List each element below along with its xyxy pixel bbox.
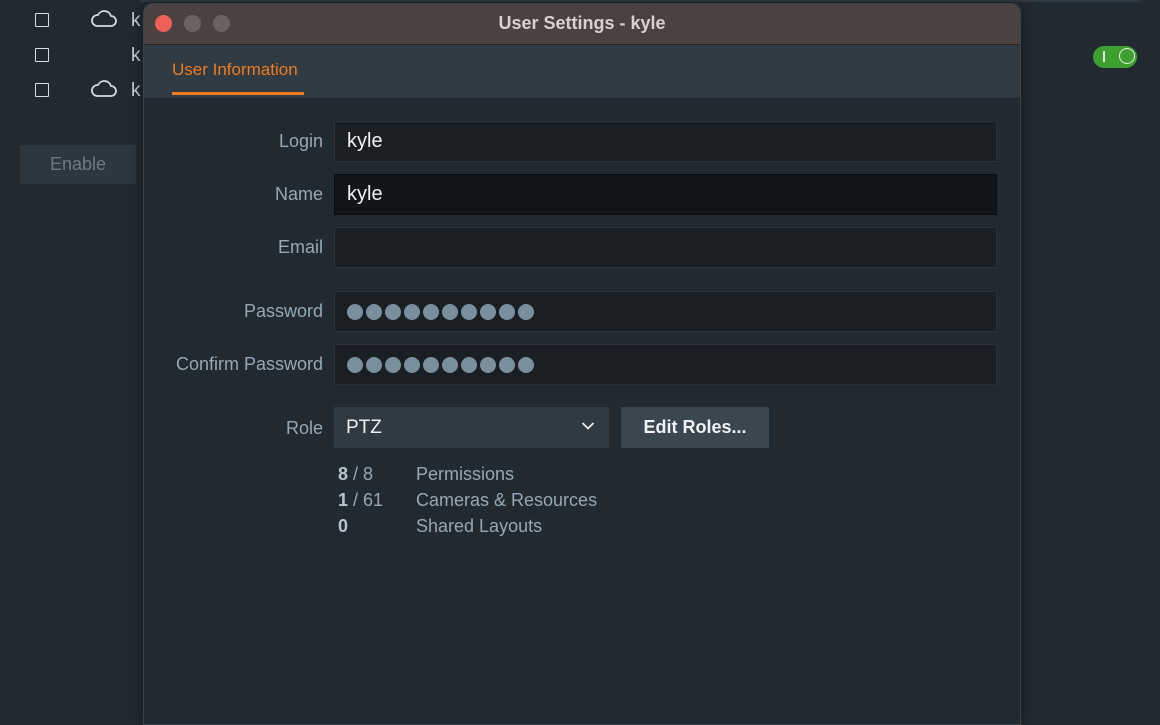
- list-item-login: k: [131, 80, 141, 101]
- login-label: Login: [278, 131, 323, 151]
- checkbox-icon[interactable]: [35, 48, 49, 62]
- stat-count: 8: [338, 464, 349, 484]
- email-field[interactable]: [334, 227, 997, 268]
- stat-label: Cameras & Resources: [416, 490, 598, 510]
- stat-label: Shared Layouts: [416, 516, 543, 536]
- stat-total: / 61: [353, 490, 384, 510]
- password-dot: [442, 356, 458, 373]
- title-bar: User Settings - kyle: [144, 4, 1020, 45]
- list-item-login: k: [131, 10, 141, 31]
- confirm-password-field[interactable]: [334, 344, 997, 385]
- stat-total: / 8: [353, 464, 374, 484]
- role-select-value: PTZ: [346, 417, 382, 438]
- password-field[interactable]: [334, 291, 997, 332]
- user-settings-dialog: User Settings - kyle User Information Lo…: [143, 3, 1021, 725]
- stat-count: 0: [338, 516, 349, 536]
- list-divider: [140, 0, 1140, 2]
- password-dot: [366, 303, 382, 320]
- password-dot: [442, 303, 458, 320]
- list-item[interactable]: k: [0, 74, 150, 108]
- stat-label: Permissions: [416, 464, 515, 484]
- enabled-toggle[interactable]: [1093, 46, 1137, 68]
- password-mask: [347, 292, 996, 331]
- password-dot: [461, 303, 477, 320]
- enable-button[interactable]: Enable: [20, 145, 136, 184]
- dialog-title: User Settings - kyle: [498, 13, 666, 33]
- tab-bar: User Information: [144, 45, 1020, 98]
- toggle-on-mark: [1103, 51, 1105, 62]
- role-select[interactable]: PTZ: [334, 407, 609, 448]
- login-field[interactable]: kyle: [334, 121, 997, 162]
- password-dot: [499, 303, 515, 320]
- password-dot: [385, 356, 401, 373]
- cloud-icon: [91, 10, 117, 27]
- name-label: Name: [274, 184, 323, 204]
- toggle-knob: [1119, 48, 1135, 64]
- password-dot: [423, 303, 439, 320]
- list-item-login: k: [131, 45, 141, 66]
- stat-count: 1: [338, 490, 349, 510]
- password-label: Password: [243, 301, 323, 321]
- password-dot: [480, 356, 496, 373]
- password-dot: [366, 356, 382, 373]
- tab-user-information[interactable]: User Information: [172, 45, 298, 97]
- checkbox-icon[interactable]: [35, 83, 49, 97]
- list-item[interactable]: k: [0, 4, 150, 38]
- email-label: Email: [277, 237, 323, 257]
- password-dot: [499, 356, 515, 373]
- password-dot: [347, 356, 363, 373]
- password-dot: [518, 356, 534, 373]
- password-dot: [385, 303, 401, 320]
- password-dot: [423, 356, 439, 373]
- name-field[interactable]: kyle: [334, 174, 997, 215]
- edit-roles-button[interactable]: Edit Roles...: [621, 407, 769, 448]
- password-dot: [404, 303, 420, 320]
- password-dot: [518, 303, 534, 320]
- role-label: Role: [285, 418, 323, 438]
- chevron-down-icon: [581, 422, 595, 430]
- confirm-password-label: Confirm Password: [175, 354, 323, 374]
- password-dot: [461, 356, 477, 373]
- checkbox-icon[interactable]: [35, 13, 49, 27]
- password-dot: [347, 303, 363, 320]
- cloud-icon: [91, 80, 117, 97]
- active-tab-indicator: [172, 92, 304, 95]
- password-dot: [404, 356, 420, 373]
- confirm-password-mask: [347, 345, 996, 384]
- list-item[interactable]: k: [0, 39, 150, 73]
- password-dot: [480, 303, 496, 320]
